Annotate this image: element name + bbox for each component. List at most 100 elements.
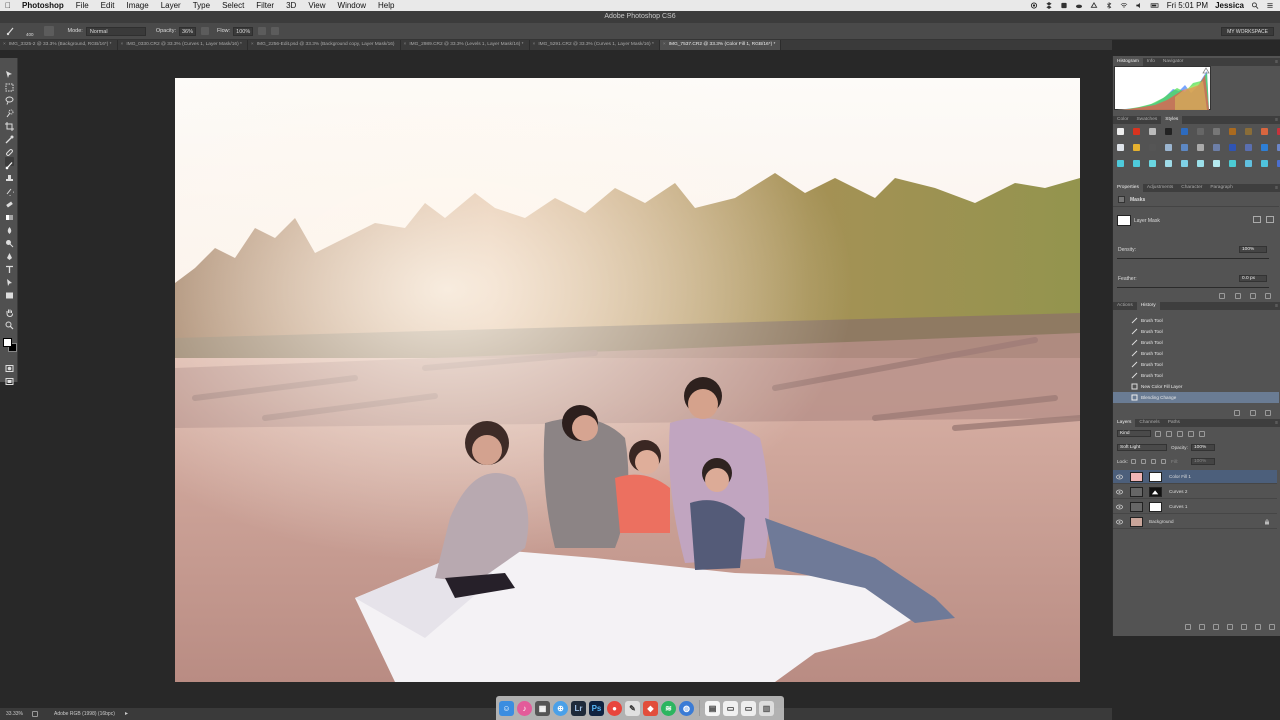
tab-layers[interactable]: Layers [1113,419,1136,427]
menu-edit[interactable]: Edit [95,0,121,11]
menubar-user[interactable]: Jessica [1215,1,1244,10]
visibility-eye-icon[interactable] [1116,504,1123,510]
doc-tab[interactable]: × IMG_3325-2 @ 33.3% (Background, RGB/16*… [0,40,118,50]
photoshop-dock-icon[interactable]: Ps [589,700,604,716]
feather-slider[interactable] [1117,287,1269,288]
panel-menu-icon[interactable]: ≡ [1275,58,1278,66]
tab-color[interactable]: Color [1113,116,1132,124]
filter-adjustment-icon[interactable] [1166,431,1172,437]
close-tab-icon[interactable]: × [404,42,407,47]
style-preset-swatch[interactable] [1245,160,1252,167]
close-tab-icon[interactable]: × [3,42,6,47]
lasso-tool-icon[interactable] [5,92,14,105]
create-snapshot-icon[interactable] [1250,410,1256,416]
bluetooth-icon[interactable] [1105,2,1113,9]
drive-icon[interactable] [1090,2,1098,9]
safari-dock-icon[interactable]: ⊕ [553,700,568,716]
add-mask-icon[interactable] [1213,624,1219,630]
trash-dock-icon[interactable]: ▥ [759,700,774,716]
zoom-level[interactable]: 33.33% [6,708,23,720]
globe-dock-icon[interactable]: ◍ [679,700,694,716]
history-item[interactable]: Brush Tool [1113,315,1279,326]
style-preset-swatch[interactable] [1229,160,1236,167]
new-group-icon[interactable] [1241,624,1247,630]
cloud-icon[interactable] [1075,2,1083,9]
menu-image[interactable]: Image [120,0,154,11]
new-document-from-state-icon[interactable] [1234,410,1240,416]
history-item[interactable]: Brush Tool [1113,359,1279,370]
fill-input[interactable]: 100% [1191,458,1215,465]
style-preset-swatch[interactable] [1181,144,1188,151]
style-preset-swatch[interactable] [1261,144,1268,151]
new-layer-icon[interactable] [1255,624,1261,630]
dodge-tool-icon[interactable] [5,235,14,248]
style-preset-swatch[interactable] [1165,160,1172,167]
tab-styles[interactable]: Styles [1161,116,1183,124]
style-preset-swatch[interactable] [1117,128,1124,135]
gradient-tool-icon[interactable] [5,209,14,220]
style-preset-swatch[interactable] [1117,144,1124,151]
history-item[interactable]: Brush Tool [1113,326,1279,337]
menu-view[interactable]: View [302,0,331,11]
filter-pixel-icon[interactable] [1155,431,1161,437]
doc-tab[interactable]: × IMG_0330.CR2 @ 33.3% (Curves 1, Layer M… [118,40,248,50]
style-preset-swatch[interactable] [1149,128,1156,135]
visibility-eye-icon[interactable] [1116,489,1123,495]
layer-filter-select[interactable]: Kind [1117,430,1151,437]
quick-mask-icon[interactable] [5,360,14,372]
style-preset-swatch[interactable] [1213,128,1220,135]
doc-tab-active[interactable]: × IMG_7537.CR2 @ 33.3% (Color Fill 1, RGB… [659,40,782,50]
document-canvas-image[interactable] [175,78,1080,682]
hand-tool-icon[interactable] [5,304,14,318]
density-input[interactable]: 100% [1239,246,1267,253]
apply-mask-icon[interactable] [1235,293,1241,299]
fill-layer-thumbnail[interactable] [1130,472,1143,482]
volume-icon[interactable] [1135,2,1143,9]
tab-history[interactable]: History [1136,302,1160,310]
doc-tab[interactable]: × IMG_2256-Edit.psd @ 33.3% (Background c… [248,40,401,50]
document-profile[interactable]: Adobe RGB (1998) (16bpc) [54,708,115,720]
style-preset-swatch[interactable] [1165,144,1172,151]
style-preset-swatch[interactable] [1133,144,1140,151]
layer-mask-thumbnail[interactable] [1117,215,1131,226]
new-adjustment-layer-icon[interactable] [1227,624,1233,630]
battery-icon[interactable] [1150,2,1160,9]
menu-file[interactable]: File [70,0,95,11]
menubar-clock[interactable]: Fri 5:01 PM [1167,1,1208,10]
airbrush-icon[interactable] [258,27,267,35]
status-share-icon[interactable] [32,711,38,717]
tab-channels[interactable]: Channels [1135,419,1163,427]
layer-mask-thumbnail[interactable] [1149,502,1162,512]
tab-paragraph[interactable]: Paragraph [1206,184,1236,192]
eyedropper-tool-icon[interactable] [5,131,14,144]
tab-navigator[interactable]: Navigator [1159,58,1188,66]
history-item[interactable]: New Color Fill Layer [1113,381,1279,392]
delete-mask-icon[interactable] [1265,293,1271,299]
toggle-mask-icon[interactable] [1250,293,1256,299]
lock-transparent-icon[interactable] [1131,459,1136,464]
panel-menu-icon[interactable]: ≡ [1275,116,1278,124]
foreground-color-swatch[interactable] [3,338,12,347]
style-preset-swatch[interactable] [1197,128,1204,135]
style-preset-swatch[interactable] [1149,144,1156,151]
blur-tool-icon[interactable] [5,222,14,234]
menu-app-name[interactable]: Photoshop [16,0,70,11]
layer-style-icon[interactable] [1199,624,1205,630]
tab-properties[interactable]: Properties [1113,184,1143,192]
panel-menu-icon[interactable]: ≡ [1275,302,1278,310]
style-preset-swatch[interactable] [1261,128,1268,135]
style-preset-swatch[interactable] [1133,160,1140,167]
pen-tool-icon[interactable] [5,248,14,260]
filter-shape-icon[interactable] [1188,431,1194,437]
wifi-icon[interactable] [1120,2,1128,9]
textedit-dock-icon[interactable]: ✎ [625,700,640,716]
pressure-size-icon[interactable] [271,27,280,35]
pressure-opacity-icon[interactable] [201,27,210,35]
menu-help[interactable]: Help [372,0,400,11]
clone-stamp-tool-icon[interactable] [5,170,14,181]
preview-dock-icon[interactable]: ◆ [643,700,658,716]
lock-all-icon[interactable] [1161,459,1166,464]
layer-mask-thumbnail[interactable] [1149,472,1162,482]
close-tab-icon[interactable]: × [251,42,254,47]
feather-input[interactable]: 0.0 px [1239,275,1267,282]
